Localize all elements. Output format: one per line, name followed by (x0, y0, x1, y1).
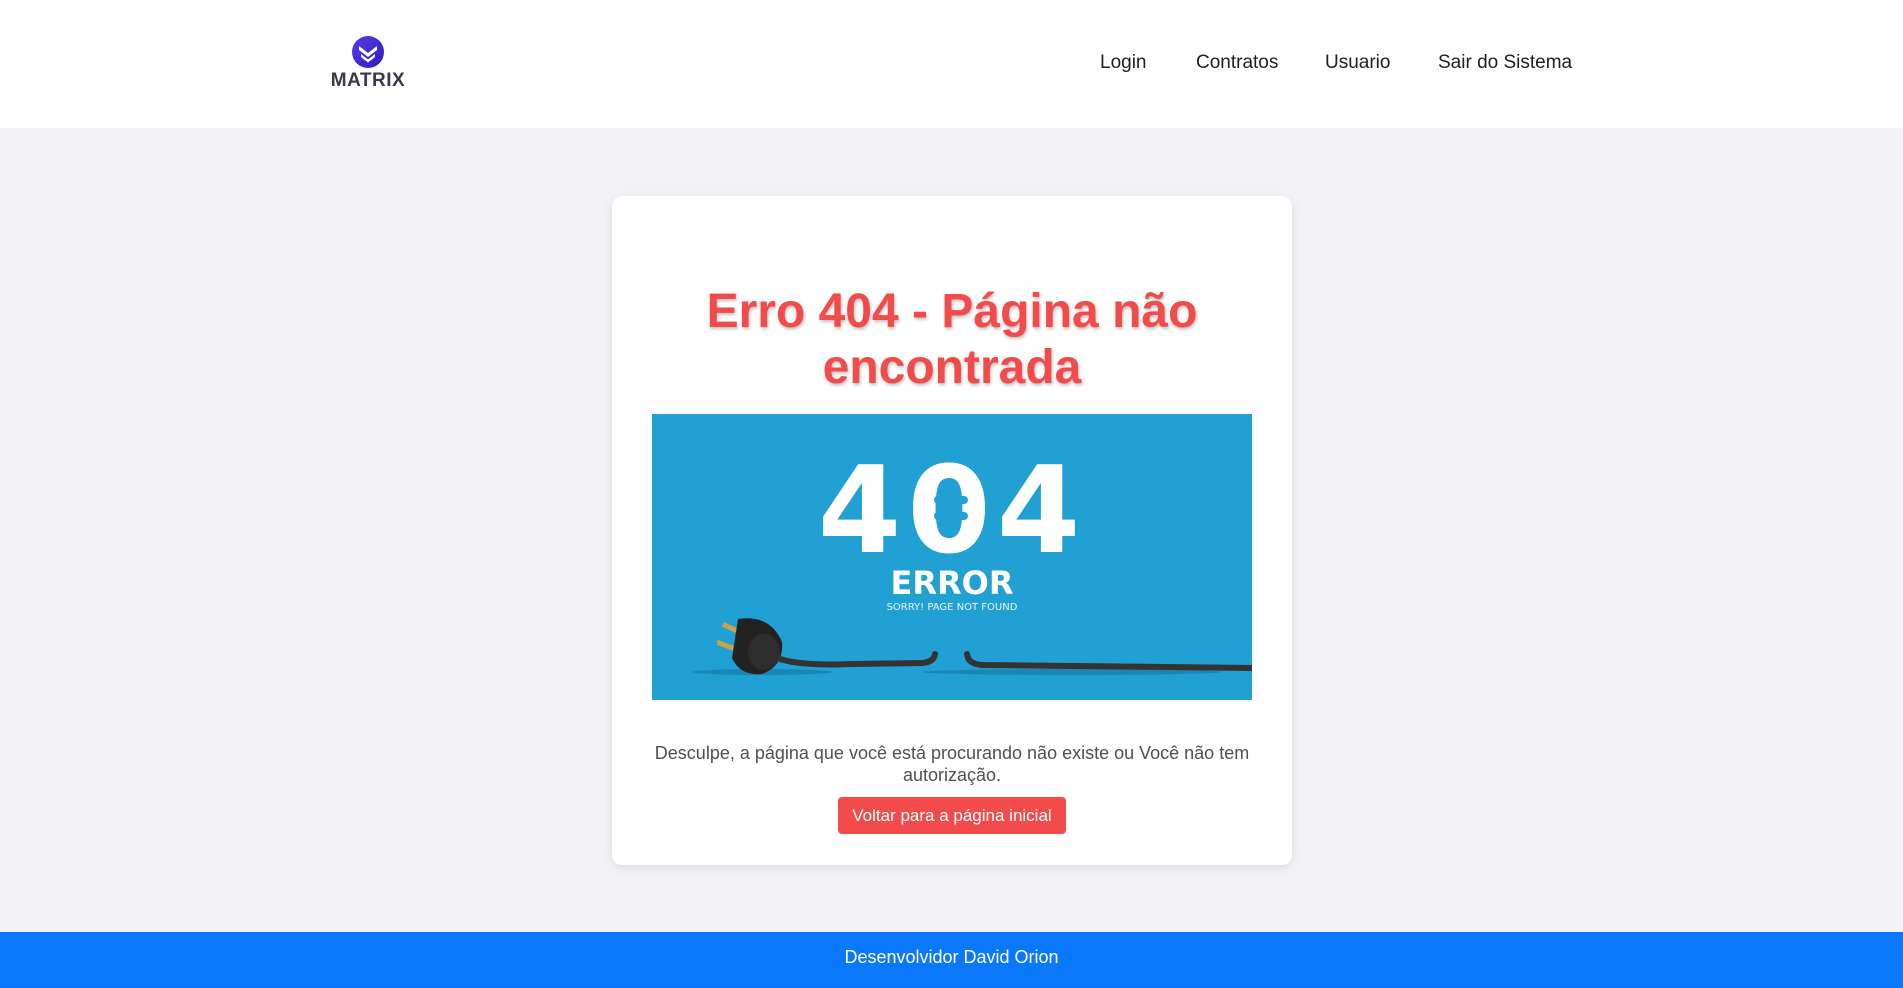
nav-contratos[interactable]: Contratos (1196, 52, 1278, 74)
error-404-illustration: 404 ERROR SORRY! PAGE NOT FOUND (652, 414, 1252, 700)
nav-sair-do-sistema[interactable]: Sair do Sistema (1438, 52, 1572, 74)
back-to-home-button[interactable]: Voltar para a página inicial (838, 797, 1066, 834)
unplugged-plug-icon (692, 618, 1252, 675)
socket-slot-top (934, 496, 968, 504)
site-footer: Desenvolvidor David Orion (0, 932, 1903, 988)
site-header: MATRIX Login Contratos Usuario Sair do S… (0, 0, 1903, 128)
socket-slot-bottom (934, 512, 968, 520)
error-message: Desculpe, a página que você está procura… (654, 743, 1250, 785)
logo-icon (352, 36, 384, 68)
logo[interactable]: MATRIX (328, 35, 408, 93)
error-subtext: SORRY! PAGE NOT FOUND (887, 602, 1018, 613)
nav-usuario[interactable]: Usuario (1325, 52, 1390, 74)
page-title: Erro 404 - Página não encontrada (706, 285, 1198, 394)
logo-text: MATRIX (330, 70, 406, 91)
nav-login[interactable]: Login (1100, 52, 1147, 74)
error-card: Erro 404 - Página não encontrada 404 ERR… (612, 196, 1292, 865)
error-illustration-svg: 404 ERROR SORRY! PAGE NOT FOUND (692, 442, 1252, 675)
error-big-code: 404 (818, 442, 1087, 581)
error-word: ERROR (891, 564, 1014, 602)
footer-text: Desenvolvidor David Orion (844, 947, 1059, 967)
